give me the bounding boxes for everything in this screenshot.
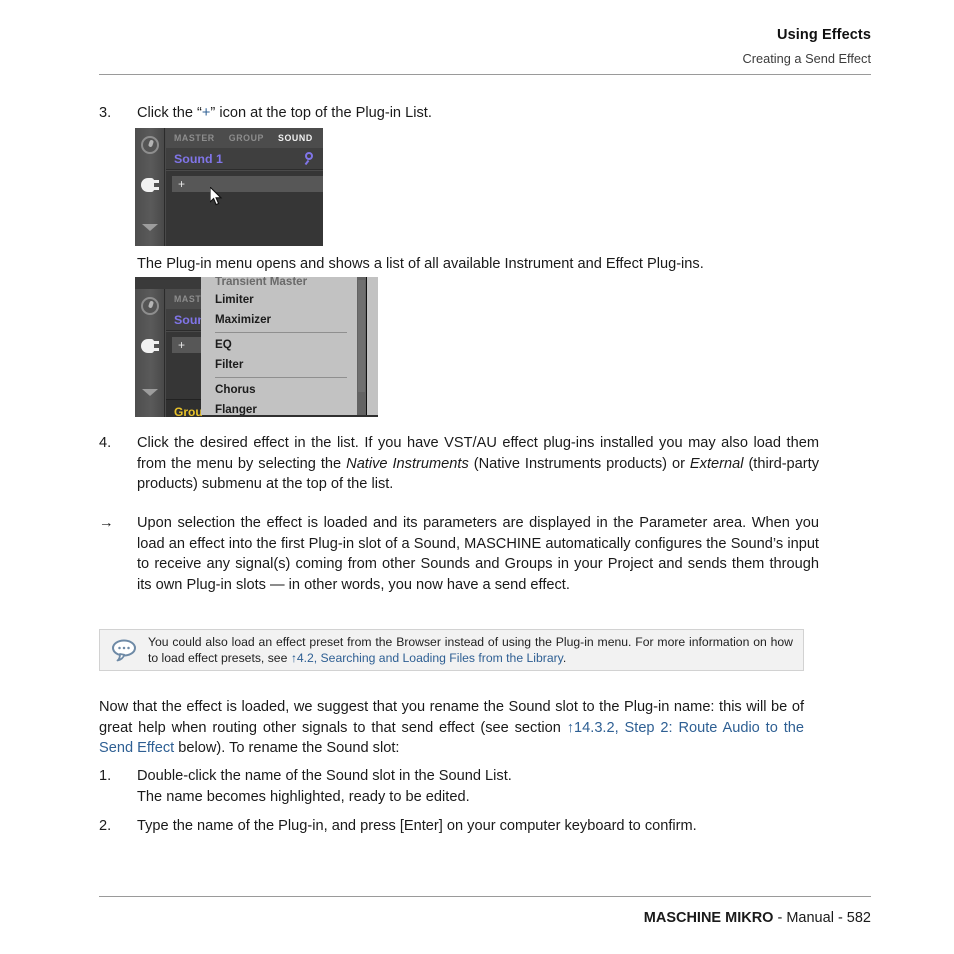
tip-text-after: . [562,651,567,665]
step-4-text: Click the desired effect in the list. If… [137,433,819,495]
step-rename-2: 2. Type the name of the Plug-in, and pre… [99,816,819,837]
plug-icon-pin-bottom [153,187,159,190]
step-rename-1: 1. Double-click the name of the Sound sl… [99,766,819,807]
screenshot1-slot-row: Sound 1 [166,148,323,170]
tab-master[interactable]: MASTER [174,133,215,143]
menu-item-eq[interactable]: EQ [201,335,357,355]
document-page: Using Effects Creating a Send Effect 3. … [0,0,954,954]
menu-item-transient-master[interactable]: Transient Master [201,277,357,290]
tip-box: You could also load an effect preset fro… [99,629,804,671]
screenshot2-left-rail [135,289,165,417]
step-3-text-before: Click the “ [137,105,202,121]
screenshot-plugin-menu: MASTE Soun + Grou Transient Master Limit… [135,277,378,417]
menu-item-maximizer[interactable]: Maximizer [201,310,357,330]
step-result: → Upon selection the effect is loaded an… [99,513,819,595]
rename-paragraph-part2: below). To rename the Sound slot: [174,740,400,756]
step-3-text-after: ” icon at the top of the Plug-in List. [210,105,432,121]
screenshot-plugin-list: MASTER GROUP SOUND Sound 1 + [135,128,323,246]
plug-icon[interactable] [141,337,159,355]
knob-icon[interactable] [141,297,159,315]
screenshot1-tab-bar: MASTER GROUP SOUND [166,128,323,148]
menu-right-edge [366,277,378,415]
step-rename-1-body: Double-click the name of the Sound slot … [137,766,819,807]
header-divider [99,74,871,75]
step-rename-1-number: 1. [99,768,112,784]
caption-plugin-menu-opens: The Plug-in menu opens and shows a list … [137,256,704,272]
footer-page-info: - Manual - 582 [773,910,871,926]
menu-item-flanger[interactable]: Flanger [201,400,357,415]
page-footer: MASCHINE MIKRO - Manual - 582 [99,910,871,926]
footer-product: MASCHINE MIKRO [643,910,774,926]
mouse-pointer-icon [210,187,223,206]
step-rename-2-number: 2. [99,818,112,834]
tip-link[interactable]: ↑4.2, Searching and Loading Files from t… [291,651,563,665]
tab-sound[interactable]: SOUND [278,133,313,143]
step-4: 4. Click the desired effect in the list.… [99,433,819,495]
chevron-down-icon[interactable] [142,224,158,231]
step-4-italic-external: External [689,455,744,472]
sound-slot-name[interactable]: Sound 1 [174,152,304,166]
menu-item-limiter[interactable]: Limiter [201,290,357,310]
screenshot1-left-rail [135,128,165,246]
screenshot1-plugin-list: + [166,171,323,246]
plug-icon-pin-top [153,180,159,183]
chevron-down-icon[interactable] [142,389,158,396]
plug-icon-pin-bottom [153,348,159,351]
tip-text: You could also load an effect preset fro… [148,634,803,666]
step-rename-1-line2: The name becomes highlighted, ready to b… [137,788,470,805]
header-subtitle: Creating a Send Effect [742,51,871,66]
result-text: Upon selection the effect is loaded and … [137,515,819,593]
magnifier-icon[interactable] [304,152,317,166]
step-rename-2-text: Type the name of the Plug-in, and press … [137,818,697,834]
header-title: Using Effects [777,27,871,43]
knob-icon[interactable] [141,136,159,154]
result-arrow-icon: → [99,515,114,531]
step-rename-1-line1: Double-click the name of the Sound slot … [137,768,512,784]
magnifier-icon-ring [305,152,313,160]
add-plugin-button[interactable]: + [172,176,323,192]
step-3-text: Click the “+” icon at the top of the Plu… [137,103,819,124]
menu-separator [215,377,347,378]
plug-icon-pin-top [153,341,159,344]
tab-group[interactable]: GROUP [229,133,264,143]
step-4-italic-native-instruments: Native Instruments [346,455,469,472]
step-3-number: 3. [99,105,112,121]
group-label-clipped: Grou [174,405,203,417]
menu-separator [215,332,347,333]
step-4-part2: (Native Instruments products) or [468,455,690,472]
menu-scrollbar-thumb[interactable] [358,280,365,392]
menu-item-filter[interactable]: Filter [201,355,357,375]
magnifier-icon-handle [304,159,310,166]
step-4-number: 4. [99,435,112,451]
footer-divider [99,896,871,897]
menu-scrollbar[interactable] [357,277,366,415]
rename-paragraph: Now that the effect is loaded, we sugges… [99,697,804,759]
menu-item-chorus[interactable]: Chorus [201,380,357,400]
step-3: 3. Click the “+” icon at the top of the … [99,103,819,124]
plugin-context-menu[interactable]: Transient Master Limiter Maximizer EQ Fi… [201,277,357,415]
speech-bubble-icon [100,638,148,662]
plug-icon[interactable] [141,176,159,194]
page-header: Using Effects Creating a Send Effect [99,26,871,67]
